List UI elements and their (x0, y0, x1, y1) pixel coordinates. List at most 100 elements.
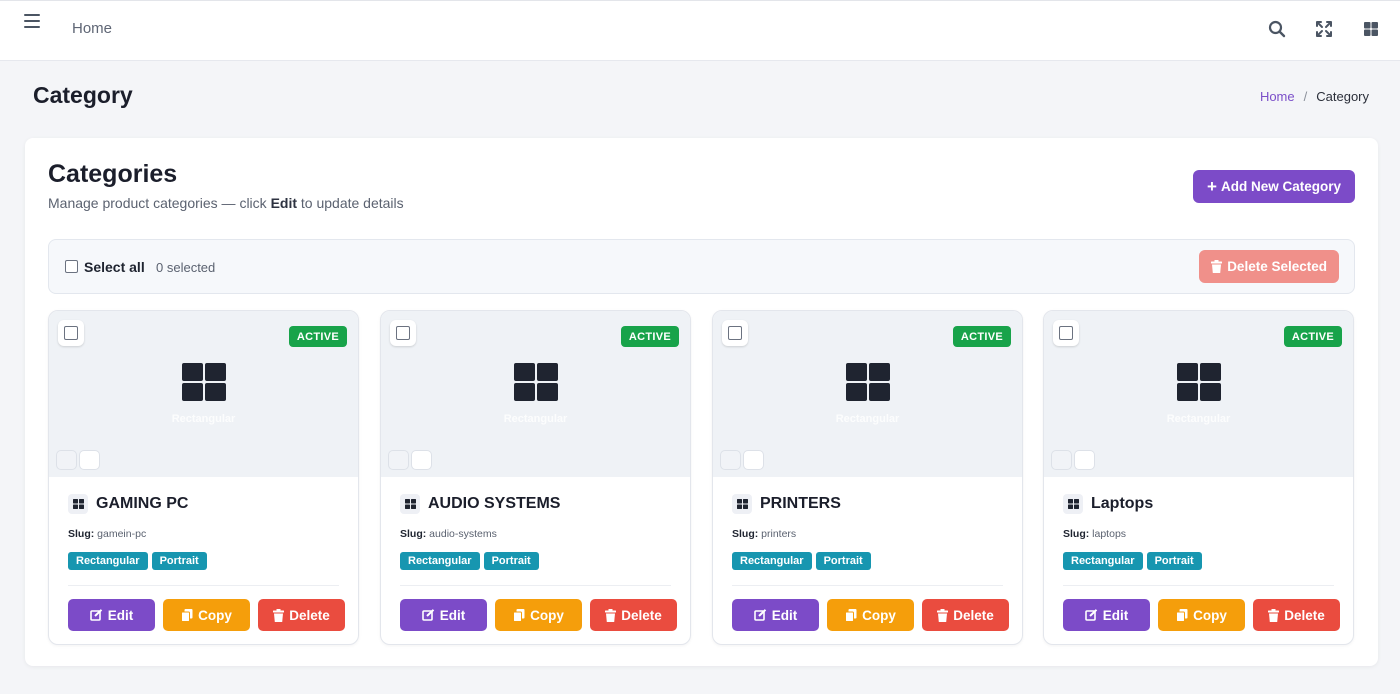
select-all-label[interactable]: Select all (84, 259, 145, 275)
edit-button[interactable]: Edit (400, 599, 487, 631)
image-thumb-slot[interactable] (412, 451, 431, 469)
categories-heading: Categories (48, 160, 178, 188)
copy-button[interactable]: Copy (163, 599, 250, 631)
copy-icon (513, 608, 525, 622)
tag-badge: Portrait (815, 552, 871, 570)
category-card: ACTIVE Rectangular GAMING PC Slug: gamei… (48, 310, 359, 645)
card-actions: Edit Copy Delete (68, 599, 345, 631)
breadcrumb-separator: / (1303, 89, 1308, 104)
delete-button[interactable]: Delete (258, 599, 345, 631)
copy-icon (1176, 608, 1188, 622)
status-badge: ACTIVE (288, 326, 347, 347)
menu-icon[interactable] (24, 14, 40, 28)
breadcrumb: Home / Category (1260, 89, 1369, 104)
copy-button[interactable]: Copy (827, 599, 914, 631)
category-name: GAMING PC (96, 495, 189, 512)
edit-button[interactable]: Edit (1063, 599, 1150, 631)
tag-list: Rectangular Portrait (400, 552, 539, 570)
categories-panel: Categories Manage product categories — c… (25, 138, 1378, 666)
category-name: Laptops (1091, 495, 1154, 512)
card-actions: Edit Copy Delete (732, 599, 1009, 631)
image-thumb-slot[interactable] (1075, 451, 1094, 469)
card-select-checkbox[interactable] (1053, 320, 1079, 346)
image-placeholder-caption: Rectangular (835, 413, 900, 425)
tag-badge: Rectangular (732, 552, 812, 570)
card-select-checkbox[interactable] (58, 320, 84, 346)
category-icon (400, 494, 420, 514)
delete-button[interactable]: Delete (922, 599, 1009, 631)
card-image-area: ACTIVE Rectangular (49, 311, 358, 477)
edit-icon (89, 609, 102, 621)
card-image-area: ACTIVE Rectangular (713, 311, 1022, 477)
category-icon (732, 494, 752, 514)
card-title-row: Laptops (1063, 494, 1153, 514)
category-card: ACTIVE Rectangular PRINTERS Slug: printe… (712, 310, 1023, 645)
card-divider (68, 585, 339, 586)
tag-badge: Portrait (1146, 552, 1202, 570)
category-grid-icon (514, 363, 558, 401)
fullscreen-icon[interactable] (1314, 19, 1334, 39)
image-thumb-slot[interactable] (80, 451, 99, 469)
image-thumb-slot[interactable] (721, 451, 740, 469)
tag-badge: Rectangular (1063, 552, 1143, 570)
tag-list: Rectangular Portrait (1063, 552, 1202, 570)
bulk-select-bar: Select all 0 selected Delete Selected (48, 239, 1355, 294)
breadcrumb-current: Category (1316, 89, 1369, 104)
trash-icon (937, 608, 949, 622)
status-badge: ACTIVE (952, 326, 1011, 347)
image-thumb-slot[interactable] (389, 451, 408, 469)
edit-button[interactable]: Edit (68, 599, 155, 631)
category-icon (1063, 494, 1083, 514)
tag-badge: Portrait (483, 552, 539, 570)
card-image-area: ACTIVE Rectangular (1044, 311, 1353, 477)
search-icon[interactable] (1267, 19, 1287, 39)
delete-selected-button[interactable]: Delete Selected (1199, 250, 1339, 283)
trash-icon (1211, 260, 1223, 273)
category-name: AUDIO SYSTEMS (428, 495, 561, 512)
status-badge: ACTIVE (1283, 326, 1342, 347)
copy-button[interactable]: Copy (495, 599, 582, 631)
select-all-checkbox[interactable] (65, 260, 78, 273)
status-badge: ACTIVE (620, 326, 679, 347)
top-navbar: Home (0, 0, 1400, 61)
delete-button[interactable]: Delete (1253, 599, 1340, 631)
trash-icon (273, 608, 285, 622)
image-placeholder-caption: Rectangular (503, 413, 568, 425)
card-divider (732, 585, 1003, 586)
card-actions: Edit Copy Delete (400, 599, 677, 631)
category-grid-icon (846, 363, 890, 401)
card-actions: Edit Copy Delete (1063, 599, 1340, 631)
card-divider (400, 585, 671, 586)
tag-list: Rectangular Portrait (732, 552, 871, 570)
breadcrumb-home-link[interactable]: Home (1260, 89, 1295, 104)
trash-icon (1268, 608, 1280, 622)
category-slug: Slug: printers (732, 528, 797, 540)
apps-grid-icon[interactable] (1361, 19, 1381, 39)
image-thumb-slot[interactable] (744, 451, 763, 469)
category-icon (68, 494, 88, 514)
category-slug: Slug: gamein-pc (68, 528, 147, 540)
card-title-row: AUDIO SYSTEMS (400, 494, 560, 514)
page-title: Category (33, 82, 133, 108)
copy-icon (181, 608, 193, 622)
tag-list: Rectangular Portrait (68, 552, 207, 570)
card-title-row: GAMING PC (68, 494, 188, 514)
selected-count: 0 selected (156, 260, 216, 275)
delete-button[interactable]: Delete (590, 599, 677, 631)
trash-icon (605, 608, 617, 622)
image-thumb-slot[interactable] (57, 451, 76, 469)
top-home-link[interactable]: Home (72, 20, 112, 37)
card-select-checkbox[interactable] (722, 320, 748, 346)
category-slug: Slug: laptops (1063, 528, 1127, 540)
edit-icon (421, 609, 434, 621)
category-name: PRINTERS (760, 495, 841, 512)
image-placeholder-caption: Rectangular (171, 413, 236, 425)
copy-button[interactable]: Copy (1158, 599, 1245, 631)
edit-button[interactable]: Edit (732, 599, 819, 631)
tag-badge: Rectangular (400, 552, 480, 570)
image-thumb-slot[interactable] (1052, 451, 1071, 469)
add-new-category-button[interactable]: + Add New Category (1193, 170, 1355, 203)
card-select-checkbox[interactable] (390, 320, 416, 346)
image-placeholder-caption: Rectangular (1166, 413, 1231, 425)
category-slug: Slug: audio-systems (400, 528, 497, 540)
